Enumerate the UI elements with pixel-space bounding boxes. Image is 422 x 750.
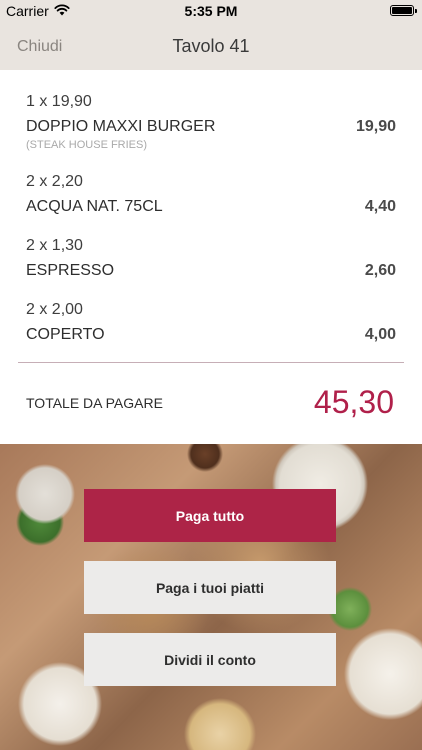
- order-item: 1 x 19,90 DOPPIO MAXXI BURGER 19,90 (STE…: [26, 92, 396, 152]
- item-price: 19,90: [355, 118, 396, 135]
- order-item: 2 x 2,20 ACQUA NAT. 75CL 4,40: [26, 172, 396, 218]
- battery-tip: [415, 9, 417, 13]
- item-price: 4,40: [364, 198, 396, 215]
- nav-bar: Chiudi Tavolo 41: [0, 22, 422, 70]
- split-bill-button[interactable]: Dividi il conto: [84, 633, 336, 686]
- pay-all-button[interactable]: Paga tutto: [84, 489, 336, 542]
- item-row: DOPPIO MAXXI BURGER 19,90: [26, 116, 396, 138]
- item-price: 4,00: [364, 326, 396, 343]
- item-price: 2,60: [364, 262, 396, 279]
- pay-own-items-button[interactable]: Paga i tuoi piatti: [84, 561, 336, 614]
- status-bar: Carrier 5:35 PM: [0, 0, 422, 22]
- divider: [18, 362, 404, 363]
- battery-icon: [390, 5, 414, 16]
- total-value: 45,30: [313, 384, 394, 420]
- item-quantity: 1 x 19,90: [26, 93, 92, 110]
- order-list: 1 x 19,90 DOPPIO MAXXI BURGER 19,90 (STE…: [0, 70, 422, 444]
- battery-level: [392, 7, 412, 14]
- item-row: ACQUA NAT. 75CL 4,40: [26, 196, 396, 218]
- item-note: (STEAK HOUSE FRIES): [26, 139, 148, 151]
- total-label: TOTALE DA PAGARE: [26, 395, 163, 411]
- item-name: ESPRESSO: [26, 262, 115, 279]
- item-quantity: 2 x 2,00: [26, 301, 83, 318]
- item-name: ACQUA NAT. 75CL: [26, 198, 163, 215]
- page-title: Tavolo 41: [172, 36, 250, 56]
- order-item: 2 x 2,00 COPERTO 4,00: [26, 300, 396, 346]
- item-quantity: 2 x 2,20: [26, 173, 83, 190]
- item-name: DOPPIO MAXXI BURGER: [26, 118, 216, 135]
- item-row: COPERTO 4,00: [26, 324, 396, 346]
- status-time: 5:35 PM: [184, 3, 238, 19]
- item-quantity: 2 x 1,30: [26, 237, 83, 254]
- order-item: 2 x 1,30 ESPRESSO 2,60: [26, 236, 396, 282]
- item-name: COPERTO: [26, 326, 105, 343]
- item-row: ESPRESSO 2,60: [26, 260, 396, 282]
